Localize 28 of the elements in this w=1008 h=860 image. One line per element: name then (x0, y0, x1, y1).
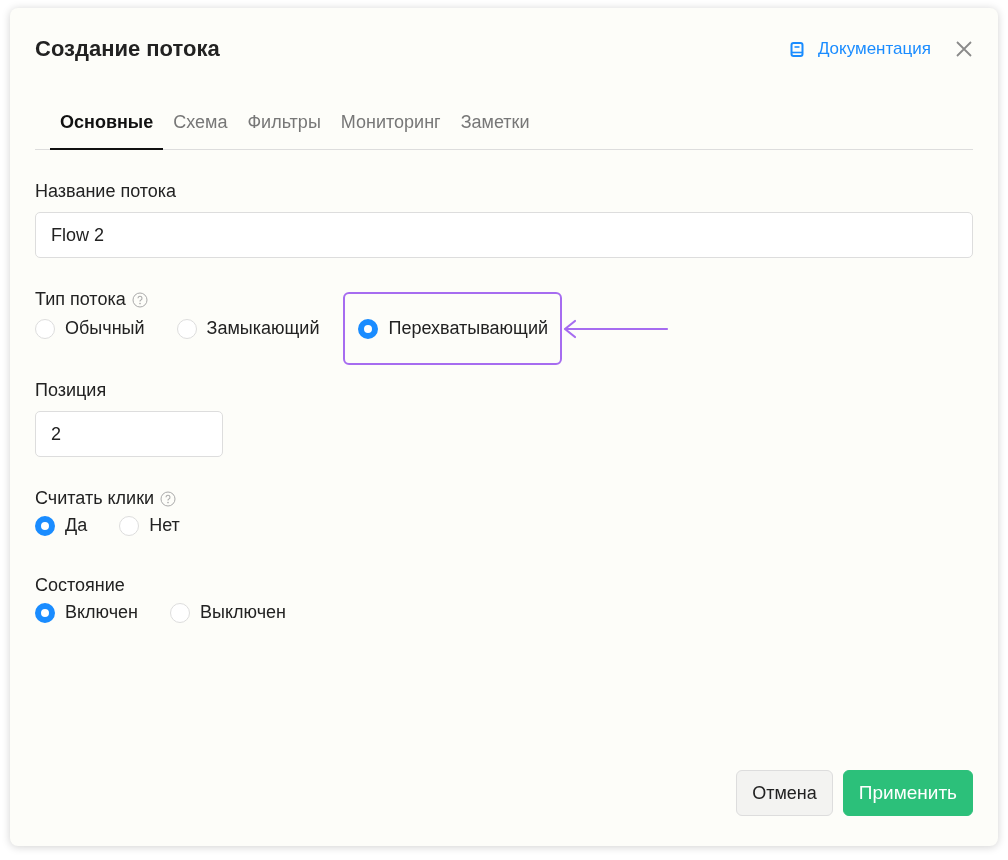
input-field[interactable]: 2 (35, 411, 223, 457)
field-label: Состояние (35, 575, 125, 596)
radio-label[interactable]: Выключен (200, 602, 286, 623)
book-icon (789, 41, 804, 57)
radio-label[interactable]: Перехватывающий (388, 318, 548, 339)
help-icon[interactable] (160, 490, 177, 507)
field-label: Позиция (35, 380, 107, 401)
field-label: Считать клики (35, 488, 155, 509)
tab[interactable]: Заметки (450, 104, 540, 150)
help-icon[interactable] (131, 291, 148, 308)
radio-button[interactable] (35, 602, 55, 623)
radio-button[interactable] (35, 515, 55, 536)
tab[interactable]: Основные (50, 104, 164, 150)
radio-button[interactable] (358, 318, 379, 339)
radio-label[interactable]: Да (65, 515, 88, 536)
tab[interactable]: Схема (163, 104, 238, 150)
dialog-title: Создание потока (35, 36, 221, 62)
input-field[interactable]: Flow 2 (35, 212, 973, 258)
radio-label[interactable]: Замыкающий (206, 318, 320, 339)
cancel-button[interactable]: Отмена (736, 770, 833, 816)
field-label: Название потока (35, 181, 177, 202)
tab[interactable]: Фильтры (237, 104, 331, 150)
radio-label[interactable]: Нет (149, 515, 180, 536)
field-label: Тип потока (35, 289, 126, 310)
close-icon[interactable] (955, 40, 973, 58)
tab[interactable]: Мониторинг (330, 104, 451, 150)
radio-label[interactable]: Включен (65, 602, 139, 623)
radio-label[interactable]: Обычный (65, 318, 145, 339)
